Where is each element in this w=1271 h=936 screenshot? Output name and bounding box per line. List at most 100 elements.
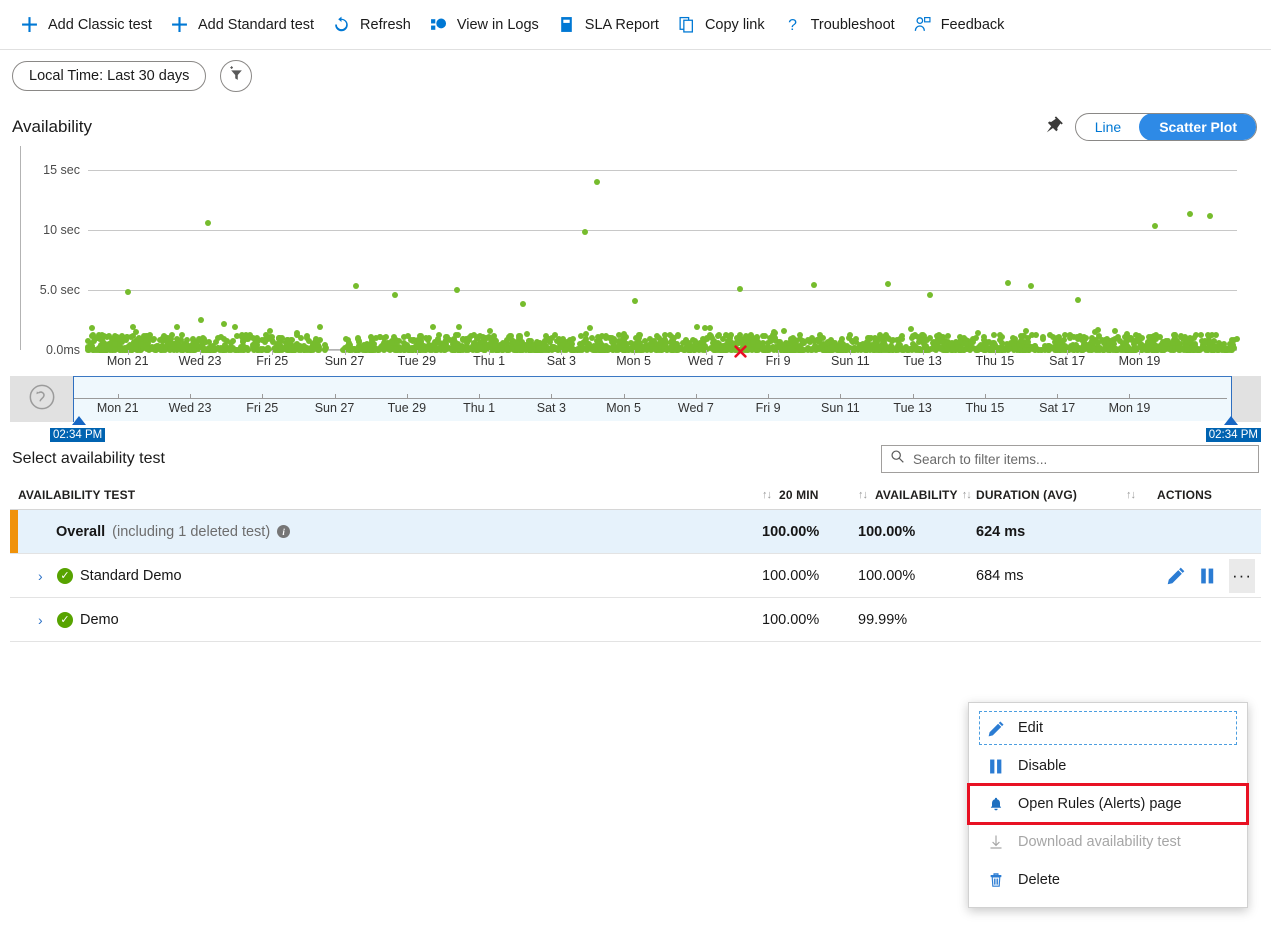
feedback-button[interactable]: Feedback [907,10,1017,39]
reset-zoom-icon[interactable] [28,383,56,416]
chart-x-tick-label: Thu 15 [975,354,1015,368]
chevron-right-icon[interactable]: › [38,612,50,628]
chart-data-point [975,329,982,336]
pause-test-button[interactable] [1200,568,1215,584]
sort-icon[interactable]: ↑↓ [962,489,972,501]
chart-data-point [864,339,871,346]
refresh-label: Refresh [360,16,411,33]
select-test-section-header: Select availability test [0,434,1271,480]
info-icon[interactable]: i [277,525,291,538]
chart-data-point [796,331,803,338]
chart-data-point [589,334,596,341]
chart-outlier-point [352,283,359,290]
context-menu-item-delete[interactable]: Delete [969,861,1247,899]
chart-outlier-point [125,289,132,296]
chart-data-point [780,328,787,335]
column-header-duration[interactable]: DURATION (AVG) [976,488,1122,502]
column-header-20-min[interactable]: ↑↓ 20 MIN [762,488,858,502]
chart-data-point [558,337,565,344]
search-input[interactable] [911,450,1250,468]
column-header-availability[interactable]: ↑↓ AVAILABILITY ↑↓ [858,488,976,502]
feedback-label: Feedback [940,16,1005,33]
table-row[interactable]: › ✓ Demo 100.00% 99.99% [10,598,1261,642]
time-selector-tick-label: Sat 3 [536,401,566,415]
table-row[interactable]: Overall (including 1 deleted test) i 100… [10,510,1261,554]
time-selector-tick [1057,394,1059,398]
context-menu-item-disable[interactable]: Disable [969,747,1247,785]
chevron-right-icon[interactable]: › [38,568,50,584]
context-menu-item-edit[interactable]: Edit [977,709,1239,747]
time-selector-left-handle[interactable] [10,376,74,422]
chart-data-point [424,336,431,343]
copy-link-button[interactable]: Copy link [671,10,777,39]
sla-report-button[interactable]: SLA Report [551,10,671,39]
chart-data-point [507,335,514,342]
row-name-cell: › ✓ Demo [10,611,762,628]
pin-button[interactable] [1035,112,1069,142]
chart-data-point [460,336,467,343]
row-selection-accent [10,510,18,553]
sort-icon[interactable]: ↑↓ [762,489,772,501]
chart-outlier-point [581,229,588,236]
time-range-label: Local Time: Last 30 days [29,68,190,84]
chart-x-tick-label: Sun 27 [324,354,365,368]
chart-view-scatter-option[interactable]: Scatter Plot [1139,114,1256,140]
chart-view-line-option[interactable]: Line [1076,114,1141,140]
view-in-logs-button[interactable]: View in Logs [423,10,551,39]
chart-x-tick-label: Thu 1 [473,354,506,368]
chart-data-point [707,325,714,332]
time-range-selector[interactable]: Mon 21 Wed 23 Fri 25 Sun 27 Tue 29 Thu 1 Sat 3… [10,376,1261,442]
chart-outlier-point [737,285,744,292]
sort-icon[interactable]: ↑↓ [858,489,868,501]
table-header-row: AVAILABILITY TEST ↑↓ 20 MIN ↑↓ AVAILABIL… [10,480,1261,510]
chart-data-point [297,335,304,342]
add-classic-test-label: Add Classic test [48,16,152,33]
time-selector-right-time: 02:34 PM [1205,428,1261,442]
chart-view-toggle[interactable]: Line Scatter Plot [1074,113,1257,141]
chart-outlier-point [884,281,891,287]
refresh-button[interactable]: Refresh [326,10,423,39]
row-duration-cell: 624 ms [976,523,1026,540]
time-selector-tick [840,394,842,398]
trash-icon [987,872,1005,888]
report-icon [557,15,576,34]
row-context-menu[interactable]: Edit Disable Open Rules (Alerts) page Do… [967,702,1249,908]
context-menu-item-open-rules[interactable]: Open Rules (Alerts) page [967,783,1249,825]
add-standard-test-button[interactable]: Add Standard test [164,10,326,39]
sort-icon[interactable]: ↑↓ [1126,489,1136,501]
chart-data-point [1077,332,1084,339]
chart-x-tick-label: Sat 3 [546,354,576,368]
chart-x-tick-label: Sat 17 [1049,354,1086,368]
chart-data-point [163,337,170,344]
chart-data-point [367,334,374,341]
search-box[interactable] [881,445,1259,473]
chart-y-tick-label: 0.0ms [45,343,80,357]
time-selector-tick-label: Fri 9 [755,401,781,415]
chart-data-point [947,340,954,347]
search-icon [890,449,905,469]
edit-test-button[interactable] [1167,566,1186,585]
troubleshoot-button[interactable]: ? Troubleshoot [777,10,907,39]
chart-data-point [884,335,891,342]
chart-data-point [1209,331,1216,338]
chart-data-point [239,342,246,349]
time-selector-tick [406,394,408,398]
chart-outlier-point [205,219,212,226]
chart-data-point [455,323,462,330]
copy-icon [677,15,696,34]
add-classic-test-button[interactable]: Add Classic test [14,10,164,39]
chart-data-point [674,332,681,339]
time-range-picker[interactable]: Local Time: Last 30 days [12,61,207,91]
chart-data-point [749,339,756,346]
chart-data-point [114,334,121,341]
chart-data-point [233,332,240,339]
time-selector-tick-label: Mon 21 [96,401,139,415]
more-actions-button[interactable]: ··· [1229,558,1255,593]
time-selector-tick [1129,394,1131,398]
chart-data-point [127,333,134,340]
table-row[interactable]: › ✓ Standard Demo 100.00% 100.00% 684 ms… [10,554,1261,598]
add-filter-button[interactable] [220,60,253,92]
chart-data-point [646,335,653,342]
chart-plot-area[interactable]: 15 sec 10 sec 5.0 sec 0.0ms [40,152,1240,358]
chart-data-point [602,334,609,341]
